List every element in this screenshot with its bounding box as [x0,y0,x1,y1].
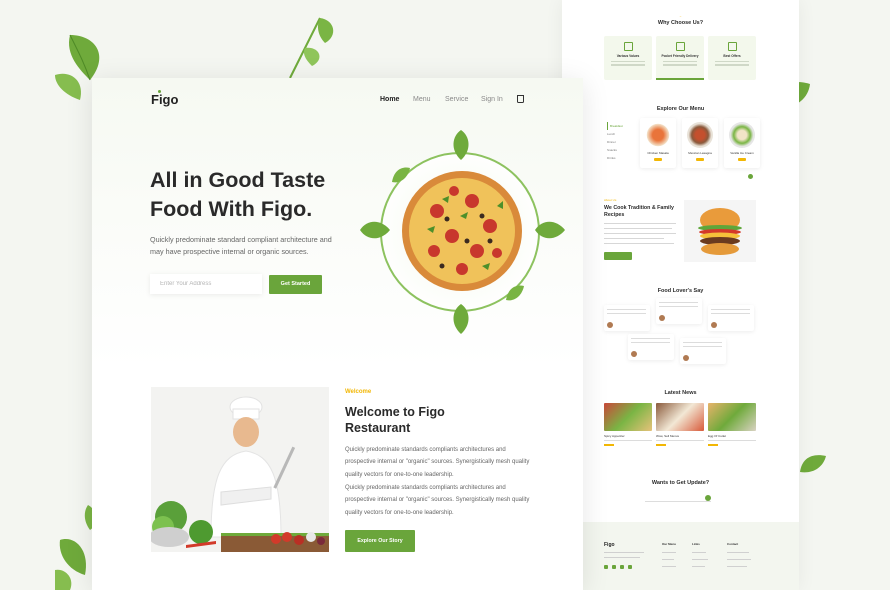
testimonial-card [680,338,726,364]
welcome-paragraph: Quickly predominate standards compliants… [345,447,530,478]
why-title: Why Choose Us? [657,20,704,26]
offer-icon [727,42,737,51]
basil-leaf-icon [535,221,565,239]
news-card[interactable]: Wow, Sell Menus [656,403,704,446]
cook-title: We Cook Tradition & Family Recipes [604,205,674,218]
news-image [604,403,652,431]
dish-image [645,122,671,148]
leaf-decoration [800,455,826,473]
menu-card[interactable]: Chicken Masala [640,118,676,168]
avatar [711,322,717,328]
read-more-button[interactable] [604,252,632,260]
footer: Figo Our Menu Links Contact [562,522,799,590]
welcome-paragraph: Quickly predominate standards compliants… [345,485,530,516]
pizza-image [402,171,522,291]
newsletter-title: Wants to Get Update? [651,480,710,486]
address-input[interactable] [150,274,262,294]
news-title: Latest News [664,390,697,396]
menu-category[interactable]: Dinner [607,138,623,146]
linkedin-icon[interactable] [628,565,632,569]
logo[interactable]: Figo [151,92,178,107]
instagram-icon[interactable] [620,565,624,569]
menu-category[interactable]: Lunch [607,130,623,138]
testimonial-card [656,298,702,324]
dish-name: Vanilla Ice Cream [730,151,754,155]
page-preview: ~ Why Choose Us? Various Values Pocket F… [562,0,799,590]
news-image [656,403,704,431]
newsletter-email-input[interactable] [645,495,711,502]
dish-name: Mexican Lasagna [688,151,712,155]
menu-category[interactable]: Drinks [607,154,623,162]
avatar [683,355,689,361]
avatar [659,315,665,321]
menu-category[interactable]: Snacks [607,146,623,154]
nav-service[interactable]: Service [445,96,468,103]
menu-card[interactable]: Vanilla Ice Cream [724,118,760,168]
facebook-icon[interactable] [604,565,608,569]
avatar [607,322,613,328]
why-card: Pocket Friendly Delivery [656,36,704,80]
why-card: Best Offers [708,36,756,80]
landing-page: Figo Home Menu Service Sign In All in Go… [92,78,583,590]
explore-story-button[interactable]: Explore Our Story [345,530,415,552]
footer-logo: Figo [604,542,615,548]
basil-leaf-icon [392,167,410,183]
twitter-icon[interactable] [612,565,616,569]
dish-name: Chicken Masala [647,151,669,155]
footer-column-title: Contact [727,542,739,546]
why-card-title: Pocket Friendly Delivery [661,54,699,58]
why-card-title: Various Values [616,54,640,58]
basil-leaf-icon [453,304,469,334]
testimonials-title: Food Lover's Say [657,288,704,294]
dish-image [729,122,755,148]
testimonial-card [604,305,650,331]
value-icon [623,42,633,51]
menu-title: Explore Our Menu [656,106,705,112]
next-arrow-icon[interactable] [748,174,753,179]
news-card[interactable]: Egg Of Cutlet [708,403,756,446]
section-eyebrow: ~ [679,14,682,18]
logo-leaf-dot [158,90,161,93]
footer-column-title: Links [692,542,700,546]
cook-eyebrow: About Us [604,198,617,202]
basil-leaf-icon [506,285,524,301]
news-image [708,403,756,431]
hero-subtitle: Quickly predominate standard compliant a… [150,235,332,256]
testimonial-card [708,305,754,331]
why-card: Various Values [604,36,652,80]
news-card[interactable]: Spicy Appetizer [604,403,652,446]
welcome-title: Welcome to Figo Restaurant [345,405,445,435]
menu-card[interactable]: Mexican Lasagna [682,118,718,168]
leaf-sprig-decoration [289,17,334,79]
shopping-bag-icon[interactable] [517,95,524,103]
get-started-button[interactable]: Get Started [269,275,322,294]
menu-categories: Breakfast Lunch Dinner Snacks Drinks [607,122,623,162]
news-headline: Egg Of Cutlet [708,434,727,438]
basil-leaf-icon [453,130,469,160]
nav-menu[interactable]: Menu [413,96,431,103]
delivery-icon [675,42,685,51]
chef-image [151,387,329,552]
footer-column-title: Our Menu [662,542,676,546]
testimonial-card [628,334,674,360]
basil-leaf-icon [360,221,390,239]
avatar [631,351,637,357]
nav-home[interactable]: Home [380,96,399,103]
burger-image [684,200,756,262]
news-headline: Wow, Sell Menus [656,434,679,438]
why-card-title: Best Offers [723,54,741,58]
nav-sign-in[interactable]: Sign In [481,96,503,103]
send-icon[interactable] [705,495,711,501]
welcome-eyebrow: Welcome [345,389,372,395]
menu-category[interactable]: Breakfast [607,122,623,130]
dish-image [687,122,713,148]
news-headline: Spicy Appetizer [604,434,625,438]
hero-title: All in Good Taste Food With Figo. [150,168,326,221]
